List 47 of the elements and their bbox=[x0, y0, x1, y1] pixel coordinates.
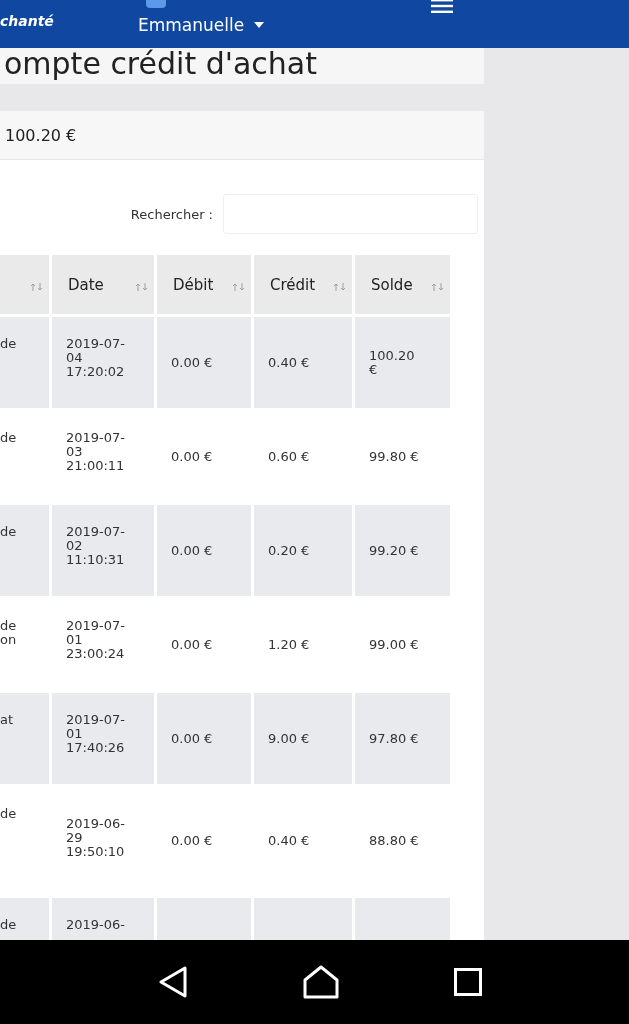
column-header[interactable]: Crédit bbox=[254, 255, 352, 314]
table-cell: 2019-07- 01 17:40:26 bbox=[52, 693, 154, 784]
table-cell-text: 2019-07- 01 23:00:24 bbox=[65, 617, 126, 663]
table-cell: 0.20 € bbox=[254, 505, 352, 596]
table-cell-text: 0.00 € bbox=[170, 447, 214, 466]
table-cell: 0.40 € bbox=[254, 317, 352, 408]
page-title: ompte crédit d'achat bbox=[4, 48, 317, 81]
home-icon[interactable] bbox=[302, 965, 339, 999]
table-cell-text: 88.80 € bbox=[368, 832, 420, 850]
column-header[interactable]: Débit bbox=[157, 255, 251, 314]
table-cell-text: 0.00 € bbox=[170, 832, 214, 850]
table-cell: 2019-06- bbox=[52, 898, 154, 940]
table-cell-text: 99.00 € bbox=[368, 635, 420, 654]
table-cell-text: de bbox=[0, 805, 18, 823]
table-cell: 9.00 € bbox=[254, 693, 352, 784]
table-cell-text: 2019-06- 29 19:50:10 bbox=[65, 815, 126, 861]
column-header[interactable]: Date bbox=[52, 255, 154, 314]
table-cell-text: 99.80 € bbox=[368, 447, 420, 466]
table-cell-text: 0.40 € bbox=[267, 832, 311, 850]
table-cell: 0.00 € bbox=[157, 693, 251, 784]
table-cell: de bbox=[0, 317, 49, 408]
table-cell-text: de bbox=[0, 429, 18, 447]
table-cell: 2019-07- 02 11:10:31 bbox=[52, 505, 154, 596]
caret-icon bbox=[254, 22, 265, 28]
table-cell: 97.80 € bbox=[355, 693, 450, 784]
table-cell-text: 0.00 € bbox=[170, 635, 214, 654]
user-menu[interactable]: Emmanuelle bbox=[138, 15, 265, 35]
table-cell-text: 0.60 € bbox=[267, 447, 311, 466]
recent-apps-icon[interactable] bbox=[453, 968, 482, 996]
search-label: Rechercher : bbox=[130, 206, 213, 222]
table-cell: 0.00 € bbox=[157, 505, 251, 596]
table-cell: at bbox=[0, 693, 49, 784]
column-header[interactable]: Solde bbox=[355, 255, 450, 314]
table-cell-text: de on bbox=[0, 617, 18, 649]
table-cell: de bbox=[0, 898, 49, 940]
avatar-icon bbox=[146, 0, 166, 8]
table-cell: 99.20 € bbox=[355, 505, 450, 596]
table-cell-text: 1.20 € bbox=[267, 635, 311, 654]
table-cell-text: 2019-07- 03 21:00:11 bbox=[65, 429, 126, 475]
table-cell: de bbox=[0, 505, 49, 596]
back-icon[interactable] bbox=[157, 966, 188, 998]
table-cell: 100.20 € bbox=[355, 317, 450, 408]
menu-icon[interactable] bbox=[431, 0, 453, 13]
table-cell: 2019-07- 04 17:20:02 bbox=[52, 317, 154, 408]
table-cell: 0.00 € bbox=[157, 317, 251, 408]
brand-logo[interactable]: chanté bbox=[0, 13, 130, 29]
balance-text: 100.20 € bbox=[5, 125, 77, 145]
